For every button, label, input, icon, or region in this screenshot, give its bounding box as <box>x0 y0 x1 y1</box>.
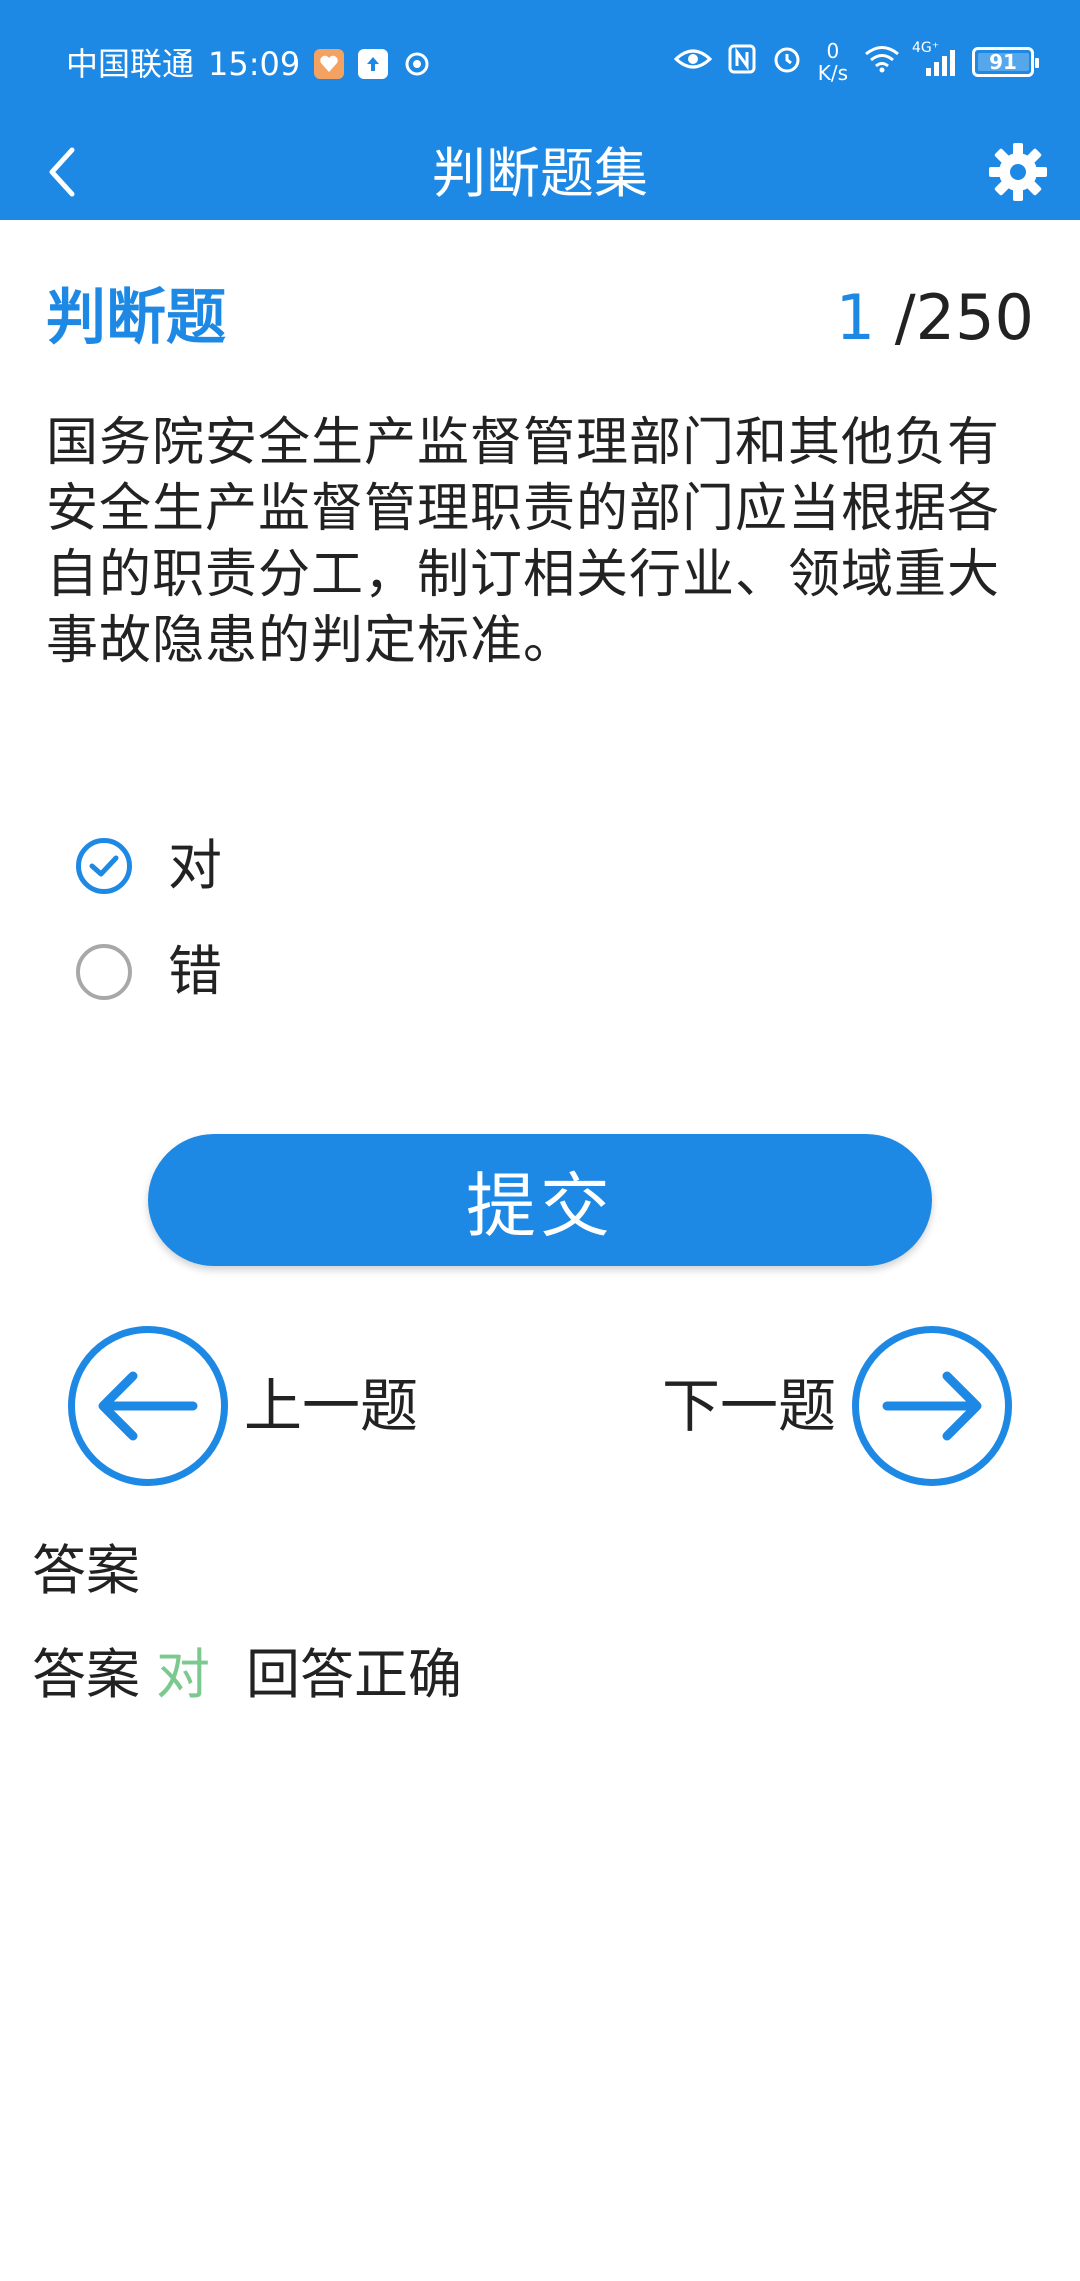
chevron-left-icon <box>42 144 82 204</box>
answer-line: 答案 对 回答正确 <box>32 1638 462 1712</box>
app-bar: 判断题集 <box>0 128 1080 220</box>
signal-icon: 4G⁺ <box>912 40 956 76</box>
gear-icon <box>987 141 1049 207</box>
option-label: 错 <box>168 940 222 1003</box>
app-icon <box>402 49 432 79</box>
answer-prefix: 答案 <box>32 1643 140 1706</box>
settings-button[interactable] <box>982 138 1054 210</box>
next-question-label[interactable]: 下一题 <box>662 1366 836 1446</box>
nfc-icon <box>728 44 756 81</box>
network-speed-value: 0 <box>826 39 840 63</box>
answer-value: 对 <box>156 1643 210 1706</box>
option-label: 对 <box>168 834 222 897</box>
question-counter: 1 /250 <box>836 278 1034 358</box>
upload-icon <box>358 49 389 79</box>
radio-unchecked-icon[interactable] <box>76 944 132 1000</box>
answer-result: 回答正确 <box>246 1643 462 1706</box>
weibo-icon <box>314 49 345 79</box>
carrier-name: 中国联通 <box>66 45 195 83</box>
next-question-button[interactable]: 下一题 <box>662 1326 1012 1486</box>
signal-label: 4G⁺ <box>912 40 940 56</box>
battery-icon: 91 <box>972 47 1039 77</box>
option-true[interactable]: 对 <box>76 826 222 906</box>
status-bar-left: 中国联通 15:09 <box>66 44 432 84</box>
alarm-icon <box>772 44 802 81</box>
radio-checked-icon[interactable] <box>76 838 132 894</box>
page-title: 判断题集 <box>432 142 648 205</box>
previous-question-label[interactable]: 上一题 <box>244 1366 418 1446</box>
clock: 15:09 <box>208 45 301 83</box>
submit-button[interactable]: 提交 <box>148 1134 932 1266</box>
question-total: /250 <box>894 281 1034 354</box>
question-text: 国务院安全生产监督管理部门和其他负有安全生产监督管理职责的部门应当根据各自的职责… <box>46 413 1001 671</box>
option-false[interactable]: 错 <box>76 932 222 1012</box>
battery-level-text: 91 <box>989 50 1017 74</box>
question-current-index: 1 <box>835 281 876 354</box>
status-bar: 中国联通 15:09 0 K/s 4G⁺ 91 <box>0 0 1080 128</box>
network-speed: 0 K/s <box>818 40 848 84</box>
wifi-icon <box>864 45 900 80</box>
eye-icon <box>673 46 712 79</box>
status-bar-right: 0 K/s 4G⁺ 91 <box>673 40 1039 84</box>
arrow-left-icon[interactable] <box>68 1326 228 1486</box>
answer-title: 答案 <box>32 1539 140 1602</box>
question-type-label: 判断题 <box>46 283 226 353</box>
arrow-right-icon[interactable] <box>852 1326 1012 1486</box>
back-button[interactable] <box>30 142 94 206</box>
previous-question-button[interactable]: 上一题 <box>68 1326 418 1486</box>
network-speed-unit: K/s <box>817 61 848 85</box>
